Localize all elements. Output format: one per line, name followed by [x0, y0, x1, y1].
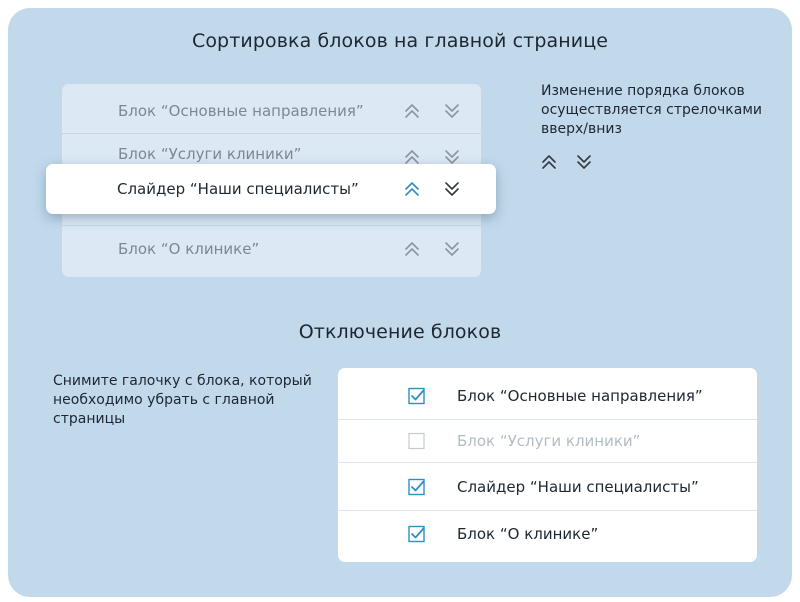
sort-row-about-clinic[interactable]: Блок “О клинике”: [62, 226, 481, 272]
sort-row-specialists-slider-dragged[interactable]: Слайдер “Наши специалисты”: [46, 164, 496, 214]
check-row-label: Слайдер “Наши специалисты”: [457, 477, 699, 496]
check-row-specialists-slider[interactable]: Слайдер “Наши специалисты”: [338, 463, 757, 511]
check-row-label: Блок “Основные направления”: [457, 386, 703, 405]
sort-row-label: Блок “О клинике”: [118, 240, 260, 258]
double-chevron-down-icon: [574, 152, 594, 172]
sort-row-label: Блок “Основные направления”: [118, 101, 364, 120]
sort-section-title: Сортировка блоков на главной странице: [191, 30, 609, 52]
sort-row-main-directions[interactable]: Блок “Основные направления”: [62, 88, 481, 134]
check-row-about-clinic[interactable]: Блок “О клинике”: [338, 511, 757, 557]
double-chevron-up-icon[interactable]: [402, 101, 422, 121]
checkbox-empty-icon[interactable]: [408, 433, 425, 450]
check-row-clinic-services[interactable]: Блок “Услуги клиники”: [338, 420, 757, 463]
double-chevron-up-icon[interactable]: [402, 239, 422, 259]
double-chevron-down-icon[interactable]: [442, 239, 462, 259]
double-chevron-up-icon[interactable]: [402, 179, 422, 199]
sort-hint-text: Изменение порядка блоков осуществляется …: [541, 83, 762, 137]
disable-section-title: Отключение блоков: [298, 321, 502, 343]
checkbox-checked-icon[interactable]: [408, 478, 425, 495]
sort-row-label: Слайдер “Наши специалисты”: [117, 180, 359, 198]
double-chevron-up-icon: [539, 152, 559, 172]
sort-row-label: Блок “Услуги клиники”: [118, 145, 302, 163]
check-row-label: Блок “О клинике”: [457, 525, 599, 543]
double-chevron-down-icon[interactable]: [442, 101, 462, 121]
disable-hint-text: Снимите галочку с блока, который необход…: [53, 373, 312, 427]
double-chevron-down-icon[interactable]: [442, 179, 462, 199]
checkbox-checked-icon[interactable]: [408, 526, 425, 543]
check-row-label: Блок “Услуги клиники”: [457, 432, 641, 450]
check-row-main-directions[interactable]: Блок “Основные направления”: [338, 372, 757, 420]
checkbox-checked-icon[interactable]: [408, 387, 425, 404]
